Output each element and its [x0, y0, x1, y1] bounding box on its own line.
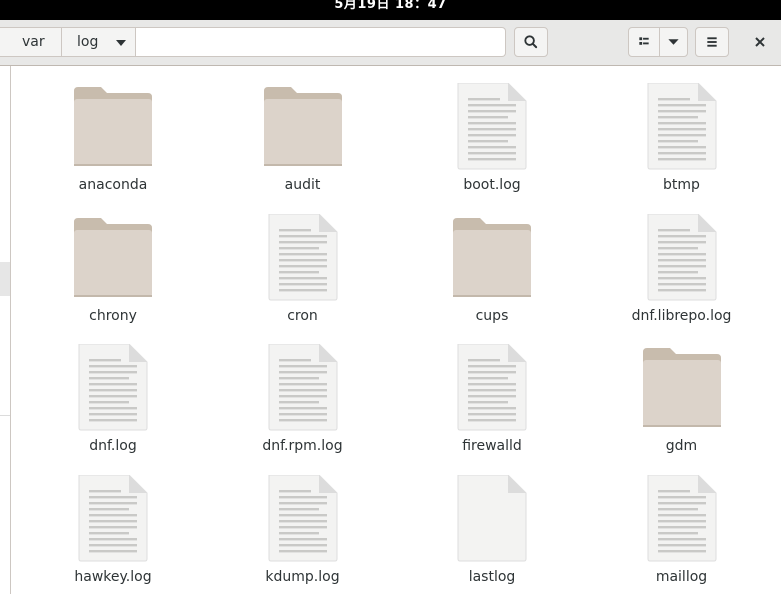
breadcrumb-var[interactable]: var: [0, 28, 62, 56]
file-item[interactable]: lastlog: [402, 459, 582, 589]
chevron-down-icon: [116, 40, 126, 46]
close-icon: [755, 37, 765, 47]
file-name: hawkey.log: [74, 568, 152, 585]
clock[interactable]: 5月19日 18：47: [334, 0, 446, 12]
file-item[interactable]: dnf.librepo.log: [592, 198, 772, 328]
folder-icon: [73, 87, 153, 175]
breadcrumb-log[interactable]: log: [62, 28, 136, 56]
text-file-icon: [263, 474, 343, 563]
file-name: audit: [284, 177, 321, 193]
file-item[interactable]: kdump.log: [213, 459, 393, 589]
file-name: boot.log: [463, 177, 521, 193]
file-name: cups: [475, 307, 509, 324]
file-name: maillog: [655, 568, 708, 585]
file-name: firewalld: [462, 438, 522, 454]
sidebar[interactable]: [0, 66, 11, 594]
file-grid: anaconda audit boot.log btmp chrony cron cups d…: [12, 67, 781, 594]
folder-icon: [73, 217, 153, 306]
view-options-button[interactable]: [659, 27, 688, 57]
file-item[interactable]: firewalld: [402, 328, 582, 458]
search-button[interactable]: [514, 27, 548, 57]
file-name: kdump.log: [265, 568, 340, 585]
file-item[interactable]: boot.log: [402, 67, 582, 197]
list-view-icon: [639, 37, 649, 45]
search-icon: [524, 35, 538, 49]
text-file-icon: [642, 82, 722, 171]
file-name: anaconda: [78, 177, 148, 193]
file-item[interactable]: audit: [213, 67, 393, 197]
file-item[interactable]: cron: [213, 198, 393, 328]
folder-icon: [452, 217, 532, 306]
file-name: gdm: [665, 438, 698, 454]
file-item[interactable]: hawkey.log: [23, 459, 203, 589]
hamburger-menu-icon: [707, 37, 717, 47]
file-item[interactable]: maillog: [592, 459, 772, 589]
folder-icon: [642, 348, 722, 436]
sidebar-separator: [0, 415, 10, 416]
main-menu-button[interactable]: [695, 27, 729, 57]
text-file-icon: [263, 213, 343, 302]
file-item[interactable]: chrony: [23, 198, 203, 328]
text-file-icon: [452, 474, 532, 563]
breadcrumb-log-label: log: [77, 34, 99, 50]
file-item[interactable]: btmp: [592, 67, 772, 197]
file-name: lastlog: [468, 568, 516, 585]
sidebar-selected-item[interactable]: [0, 262, 10, 296]
file-name: cron: [287, 307, 318, 324]
file-item[interactable]: gdm: [592, 328, 772, 458]
text-file-icon: [73, 474, 153, 563]
chevron-down-icon: [668, 39, 679, 45]
view-toggle-button[interactable]: [628, 27, 660, 57]
file-name: dnf.log: [89, 438, 137, 454]
text-file-icon: [73, 343, 153, 432]
folder-icon: [263, 87, 343, 175]
text-file-icon: [642, 474, 722, 563]
path-bar[interactable]: var log: [0, 27, 506, 57]
text-file-icon: [452, 82, 532, 171]
text-file-icon: [263, 343, 343, 432]
file-name: dnf.rpm.log: [262, 438, 343, 454]
header-bar: var log: [0, 20, 781, 66]
top-bar: 5月19日 18：47: [0, 0, 781, 20]
close-button[interactable]: [744, 27, 776, 57]
text-file-icon: [642, 213, 722, 302]
file-item[interactable]: dnf.rpm.log: [213, 328, 393, 458]
file-name: dnf.librepo.log: [631, 307, 732, 324]
file-item[interactable]: cups: [402, 198, 582, 328]
file-item[interactable]: anaconda: [23, 67, 203, 197]
file-name: chrony: [89, 307, 137, 324]
text-file-icon: [452, 343, 532, 432]
file-item[interactable]: dnf.log: [23, 328, 203, 458]
file-name: btmp: [663, 177, 700, 193]
